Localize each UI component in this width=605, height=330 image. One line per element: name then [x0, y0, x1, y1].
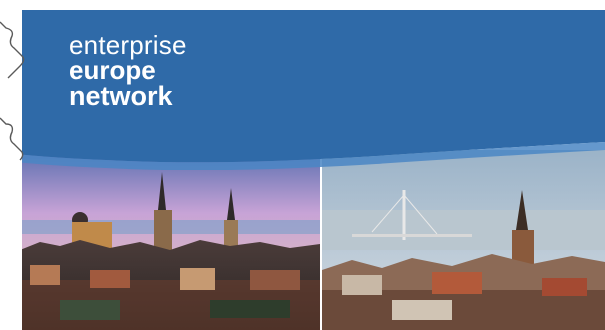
brand-line-europe: europe	[69, 55, 156, 85]
tallinn-skyline-photo	[20, 150, 320, 330]
brand-logo-text: enterprise europe network	[69, 32, 187, 110]
puzzle-outline-icon	[0, 21, 25, 161]
brand-line-network: network	[69, 81, 173, 111]
riga-skyline-photo	[322, 150, 605, 330]
